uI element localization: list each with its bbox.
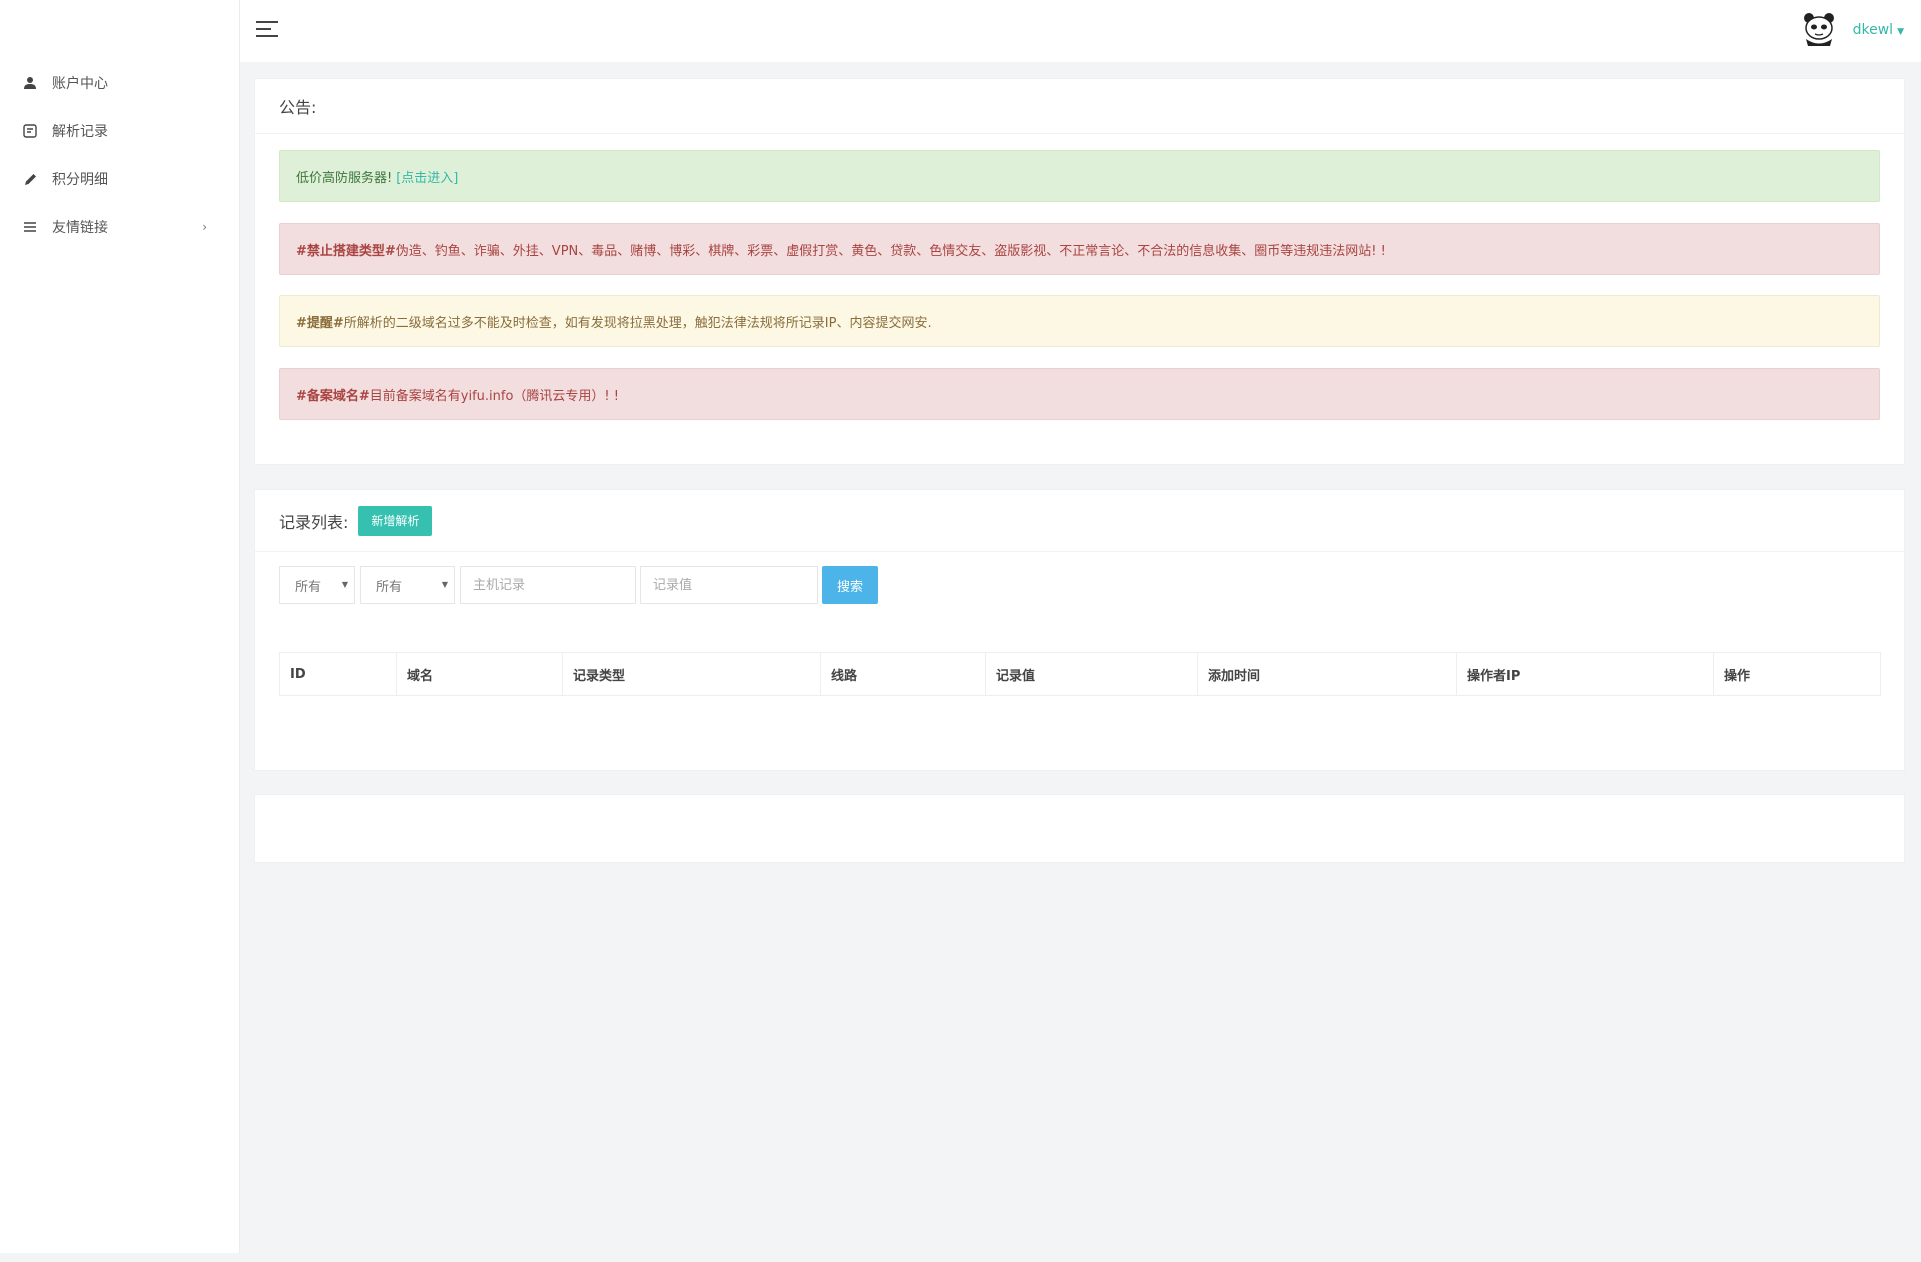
user-icon [22,75,38,91]
alert-promo: 低价高防服务器! [点击进入] [279,150,1880,202]
chevron-right-icon: › [202,220,207,234]
sidebar-item-label: 解析记录 [52,124,108,140]
sidebar-item-account-center[interactable]: 账户中心 [0,59,239,107]
footer-card [254,794,1905,863]
top-navbar: dkewl ▼ [240,0,1921,62]
records-table: ID 域名 记录类型 线路 记录值 添加时间 操作者IP 操作 [279,652,1881,696]
alert-tag: #备案域名# [296,388,370,404]
column-header: 操作者IP [1456,652,1714,696]
sidebar-item-points[interactable]: 积分明细 [0,155,239,203]
records-title: 记录列表: [279,512,349,532]
column-header: 添加时间 [1197,652,1457,696]
domain-select[interactable]: 所有 ▼ [279,566,355,604]
alert-tag: #提醒# [296,315,344,331]
user-menu[interactable]: dkewl ▼ [1853,22,1904,38]
sidebar-item-label: 友情链接 [52,220,108,236]
username-label: dkewl [1852,22,1894,38]
record-value-input[interactable] [640,566,818,604]
sidebar-menu: 账户中心 解析记录 积分明细 友情链接 › [0,59,239,251]
alert-text: 所解析的二级域名过多不能及时检查，如有发现将拉黑处理，触犯法律法规将所记录IP、… [343,315,932,331]
add-record-button[interactable]: 新增解析 [358,505,433,536]
record-icon [22,123,38,139]
alert-text: 伪造、钓鱼、诈骗、外挂、VPN、毒品、赌博、博彩、棋牌、彩票、虚假打赏、黄色、贷… [395,243,1386,259]
menu-toggle-icon[interactable] [256,21,278,39]
sidebar-item-dns-records[interactable]: 解析记录 [0,107,239,155]
alert-reminder: #提醒# 所解析的二级域名过多不能及时检查，如有发现将拉黑处理，触犯法律法规将所… [279,295,1880,347]
promo-link[interactable]: [点击进入] [396,167,458,186]
list-icon [22,219,38,235]
caret-down-icon: ▼ [1897,27,1904,37]
records-card: 记录列表: 新增解析 所有 ▼ 所有 ▼ 搜索 ID 域名 记录类型 线路 记录… [254,489,1905,771]
records-header: 记录列表: 新增解析 [255,490,1904,552]
alert-tag: #禁止搭建类型# [296,243,396,259]
column-header: 线路 [820,652,986,696]
select-value: 所有 [295,579,322,595]
filter-bar: 所有 ▼ 所有 ▼ 搜索 [279,566,878,604]
sidebar: 账户中心 解析记录 积分明细 友情链接 › [0,0,240,1253]
column-header: 记录值 [985,652,1198,696]
alert-filed-domain: #备案域名# 目前备案域名有yifu.info（腾讯云专用）! ! [279,368,1880,420]
search-button[interactable]: 搜索 [822,566,878,604]
type-select[interactable]: 所有 ▼ [360,566,455,604]
column-header: ID [279,652,397,696]
alert-prohibited-types: #禁止搭建类型# 伪造、钓鱼、诈骗、外挂、VPN、毒品、赌博、博彩、棋牌、彩票、… [279,223,1880,275]
alert-text: 目前备案域名有yifu.info（腾讯云专用）! ! [369,388,619,404]
notice-card: 公告: 低价高防服务器! [点击进入] #禁止搭建类型# 伪造、钓鱼、诈骗、外挂… [254,78,1905,465]
notice-title: 公告: [255,79,1904,134]
column-header: 记录类型 [562,652,821,696]
avatar[interactable] [1797,8,1841,52]
table-header-row: ID 域名 记录类型 线路 记录值 添加时间 操作者IP 操作 [279,652,1881,696]
caret-down-icon: ▼ [441,580,448,589]
column-header: 域名 [396,652,563,696]
sidebar-item-label: 账户中心 [52,76,108,92]
pencil-icon [22,171,38,187]
select-value: 所有 [376,579,403,595]
caret-down-icon: ▼ [341,580,348,589]
alert-text: 低价高防服务器! [296,170,393,186]
sidebar-item-friend-links[interactable]: 友情链接 › [0,203,239,251]
column-header: 操作 [1713,652,1881,696]
sidebar-item-label: 积分明细 [52,172,108,188]
host-record-input[interactable] [460,566,636,604]
